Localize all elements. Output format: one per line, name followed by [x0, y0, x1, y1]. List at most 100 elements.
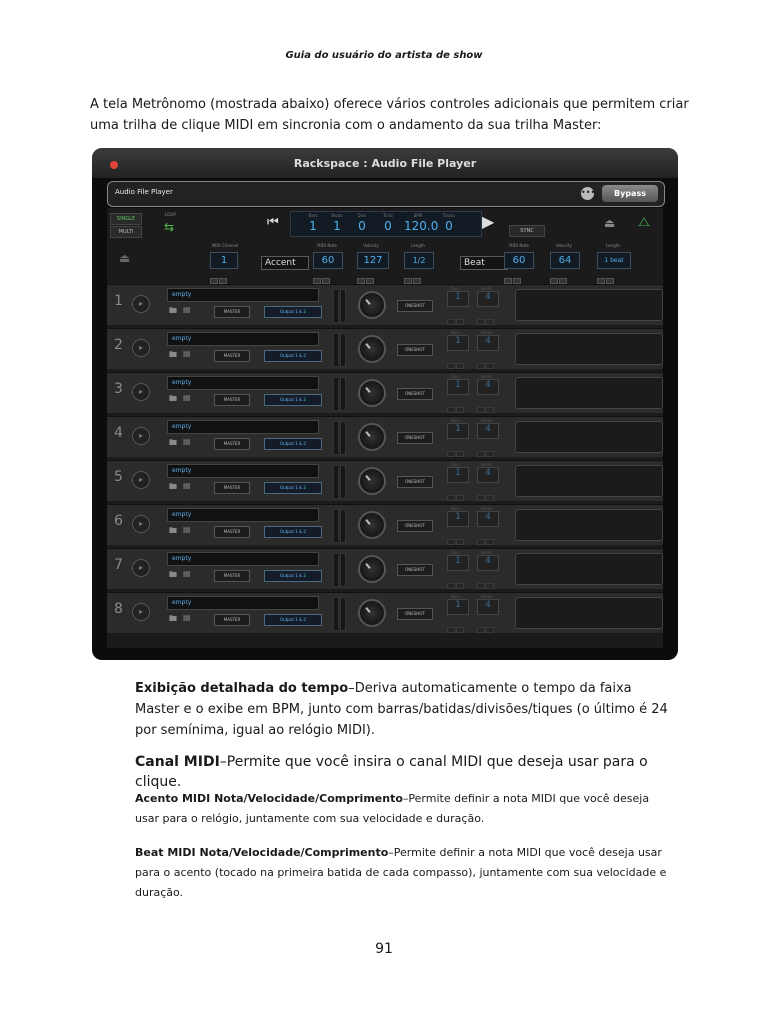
- bars-stepper[interactable]: [447, 310, 465, 325]
- bars-stepper[interactable]: [447, 486, 465, 501]
- bars-stepper[interactable]: [447, 442, 465, 457]
- beat-velocity-stepper[interactable]: [550, 269, 568, 284]
- beats-field[interactable]: 4: [477, 291, 499, 307]
- beats-field[interactable]: 4: [477, 379, 499, 395]
- accent-velocity-stepper[interactable]: [357, 269, 375, 284]
- beat-note-stepper[interactable]: [504, 269, 522, 284]
- beats-stepper[interactable]: [477, 574, 495, 589]
- bars-field[interactable]: 1: [447, 423, 469, 439]
- bars-field[interactable]: 1: [447, 599, 469, 615]
- bars-field[interactable]: 1: [447, 379, 469, 395]
- track-file-field[interactable]: empty: [167, 332, 319, 346]
- sync-button[interactable]: SYNC: [509, 225, 545, 237]
- beat-length-field[interactable]: 1 beat: [597, 252, 631, 269]
- trash-icon[interactable]: ▤: [183, 349, 191, 358]
- bypass-button[interactable]: Bypass: [602, 185, 658, 202]
- accent-velocity-field[interactable]: 127: [357, 252, 389, 269]
- master-button[interactable]: MASTER: [214, 526, 250, 538]
- master-button[interactable]: MASTER: [214, 438, 250, 450]
- track-file-field[interactable]: empty: [167, 288, 319, 302]
- accent-length-stepper[interactable]: [404, 269, 422, 284]
- accent-name-field[interactable]: Accent: [261, 256, 309, 270]
- bars-field[interactable]: 1: [447, 555, 469, 571]
- speaker-icon[interactable]: ▸: [132, 559, 150, 577]
- bars-stepper[interactable]: [447, 398, 465, 413]
- speaker-icon[interactable]: ▸: [132, 471, 150, 489]
- metronome-icon[interactable]: ⏏: [604, 216, 615, 230]
- loop-icon[interactable]: ⇆: [164, 220, 174, 234]
- master-button[interactable]: MASTER: [214, 570, 250, 582]
- beat-name-field[interactable]: Beat: [460, 256, 508, 270]
- beats-stepper[interactable]: [477, 354, 495, 369]
- oneshot-button[interactable]: ONESHOT: [397, 388, 433, 400]
- beats-stepper[interactable]: [477, 486, 495, 501]
- bars-field[interactable]: 1: [447, 511, 469, 527]
- trash-icon[interactable]: ▤: [183, 393, 191, 402]
- folder-icon[interactable]: 🖿: [169, 481, 177, 495]
- oneshot-button[interactable]: ONESHOT: [397, 564, 433, 576]
- beats-field[interactable]: 4: [477, 599, 499, 615]
- beats-field[interactable]: 4: [477, 555, 499, 571]
- volume-knob[interactable]: [358, 511, 386, 539]
- oneshot-button[interactable]: ONESHOT: [397, 608, 433, 620]
- folder-icon[interactable]: 🖿: [169, 525, 177, 539]
- accent-note-stepper[interactable]: [313, 269, 331, 284]
- track-file-field[interactable]: empty: [167, 508, 319, 522]
- beat-length-stepper[interactable]: [597, 269, 615, 284]
- master-button[interactable]: MASTER: [214, 482, 250, 494]
- beats-stepper[interactable]: [477, 442, 495, 457]
- speaker-icon[interactable]: ▸: [132, 339, 150, 357]
- beats-stepper[interactable]: [477, 310, 495, 325]
- folder-icon[interactable]: 🖿: [169, 305, 177, 319]
- bars-field[interactable]: 1: [447, 467, 469, 483]
- oneshot-button[interactable]: ONESHOT: [397, 432, 433, 444]
- beats-field[interactable]: 4: [477, 335, 499, 351]
- volume-knob[interactable]: [358, 555, 386, 583]
- midi-channel-field[interactable]: 1: [210, 252, 238, 269]
- trash-icon[interactable]: ▤: [183, 481, 191, 490]
- bars-stepper[interactable]: [447, 574, 465, 589]
- track-file-field[interactable]: empty: [167, 596, 319, 610]
- folder-icon[interactable]: 🖿: [169, 349, 177, 363]
- speaker-icon[interactable]: ▸: [132, 515, 150, 533]
- beats-field[interactable]: 4: [477, 511, 499, 527]
- output-select[interactable]: Output 1 & 2: [264, 306, 322, 318]
- folder-icon[interactable]: 🖿: [169, 569, 177, 583]
- output-select[interactable]: Output 1 & 2: [264, 350, 322, 362]
- trash-icon[interactable]: ▤: [183, 569, 191, 578]
- master-button[interactable]: MASTER: [214, 350, 250, 362]
- folder-icon[interactable]: 🖿: [169, 393, 177, 407]
- track-file-field[interactable]: empty: [167, 552, 319, 566]
- folder-icon[interactable]: 🖿: [169, 437, 177, 451]
- output-select[interactable]: Output 1 & 2: [264, 614, 322, 626]
- multi-mode-button[interactable]: MULTI: [110, 226, 142, 238]
- track-file-field[interactable]: empty: [167, 376, 319, 390]
- speaker-icon[interactable]: ▸: [132, 383, 150, 401]
- folder-icon[interactable]: 🖿: [169, 613, 177, 627]
- speaker-icon[interactable]: ▸: [132, 427, 150, 445]
- output-select[interactable]: Output 1 & 2: [264, 394, 322, 406]
- beats-stepper[interactable]: [477, 618, 495, 633]
- volume-knob[interactable]: [358, 467, 386, 495]
- beats-stepper[interactable]: [477, 398, 495, 413]
- volume-knob[interactable]: [358, 379, 386, 407]
- bars-field[interactable]: 1: [447, 291, 469, 307]
- accent-length-field[interactable]: 1/2: [404, 252, 434, 269]
- beats-field[interactable]: 4: [477, 423, 499, 439]
- accent-note-field[interactable]: 60: [313, 252, 343, 269]
- volume-knob[interactable]: [358, 423, 386, 451]
- beat-note-field[interactable]: 60: [504, 252, 534, 269]
- rewind-icon[interactable]: ⏮: [267, 215, 279, 230]
- beat-velocity-field[interactable]: 64: [550, 252, 580, 269]
- output-select[interactable]: Output 1 & 2: [264, 570, 322, 582]
- master-button[interactable]: MASTER: [214, 614, 250, 626]
- volume-knob[interactable]: [358, 599, 386, 627]
- output-select[interactable]: Output 1 & 2: [264, 482, 322, 494]
- trash-icon[interactable]: ▤: [183, 305, 191, 314]
- bars-field[interactable]: 1: [447, 335, 469, 351]
- volume-knob[interactable]: [358, 291, 386, 319]
- oneshot-button[interactable]: ONESHOT: [397, 344, 433, 356]
- bars-stepper[interactable]: [447, 618, 465, 633]
- trash-icon[interactable]: ▤: [183, 613, 191, 622]
- metronome-active-icon[interactable]: ⧍: [638, 215, 650, 230]
